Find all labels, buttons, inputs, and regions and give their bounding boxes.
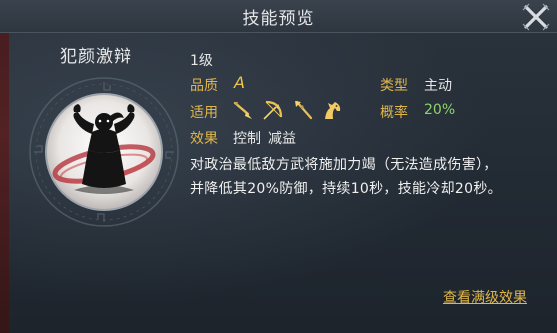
view-max-level-link[interactable]: 查看满级效果 bbox=[443, 287, 527, 307]
applies-label: 适用 bbox=[190, 105, 218, 121]
warrior-flexing-emblem bbox=[29, 77, 179, 227]
effect-label: 效果 bbox=[190, 131, 218, 147]
skill-description: 对政治最低敌方武将施加力竭（无法造成伤害）， 并降低其20%防御，持续10秒，技… bbox=[190, 153, 535, 201]
window-title: 技能预览 bbox=[242, 9, 315, 29]
close-button[interactable] bbox=[519, 0, 553, 34]
spear-icon bbox=[233, 101, 252, 119]
rate-label: 概率 bbox=[380, 105, 408, 121]
quality-value: A bbox=[234, 73, 245, 92]
effect-tag-control: 控制 bbox=[233, 131, 261, 147]
close-x-icon bbox=[522, 3, 550, 31]
type-label: 类型 bbox=[380, 78, 408, 94]
effect-tag-debuff: 减益 bbox=[268, 131, 296, 147]
description-line-2: 并降低其20%防御，持续10秒，技能冷却20秒。 bbox=[190, 181, 502, 197]
skill-level: 1级 bbox=[190, 53, 213, 69]
rate-value: 20% bbox=[424, 102, 456, 118]
skill-preview-panel: 技能预览 犯颜激辩 1级 品质 A 类型 主动 适用 概率 20% 效果 控制 … bbox=[0, 0, 557, 333]
title-bar: 技能预览 bbox=[0, 0, 557, 33]
horse-icon bbox=[325, 102, 341, 119]
description-line-1: 对政治最低敌方武将施加力竭（无法造成伤害）， bbox=[190, 157, 498, 173]
type-value: 主动 bbox=[424, 78, 452, 94]
quality-label: 品质 bbox=[190, 78, 218, 94]
lance-icon bbox=[295, 100, 313, 120]
skill-name: 犯颜激辩 bbox=[60, 47, 132, 67]
bow-icon bbox=[263, 100, 283, 120]
